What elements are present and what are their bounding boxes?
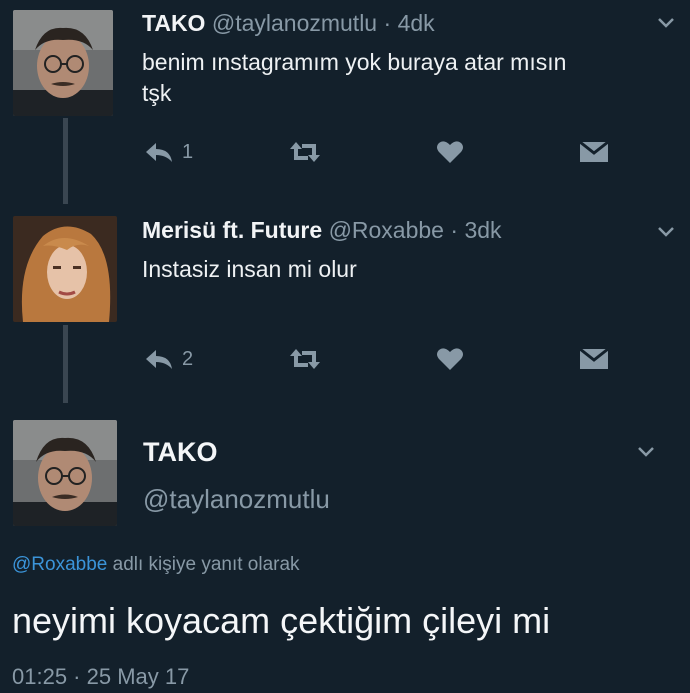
reply-context: @Roxabbe adlı kişiye yanıt olarak bbox=[12, 554, 300, 576]
tweet-text: neyimi koyacam çektiğim çileyi mi bbox=[12, 600, 551, 641]
reply-count: 2 bbox=[182, 347, 194, 370]
reply-context-text: adlı kişiye yanıt olarak bbox=[107, 554, 300, 575]
direct-message-button[interactable] bbox=[578, 347, 610, 371]
reply-arrow-icon bbox=[146, 350, 172, 369]
envelope-icon bbox=[579, 347, 609, 369]
reply-button[interactable]: 1 bbox=[144, 140, 193, 164]
direct-message-button[interactable] bbox=[578, 140, 610, 164]
display-name[interactable]: TAKO bbox=[142, 10, 205, 36]
avatar-photo-man bbox=[13, 420, 117, 526]
heart-icon bbox=[437, 348, 463, 370]
retweet-icon bbox=[290, 142, 320, 162]
avatar-photo-woman bbox=[13, 216, 117, 322]
thread-line-top bbox=[63, 118, 68, 204]
tweet-time[interactable]: 4dk bbox=[398, 10, 435, 36]
thread-line-middle bbox=[63, 325, 68, 403]
avatar[interactable] bbox=[13, 10, 113, 116]
user-handle[interactable]: @Roxabbe bbox=[329, 217, 444, 243]
like-button[interactable] bbox=[436, 140, 464, 164]
reply-arrow-icon bbox=[146, 143, 172, 162]
retweet-icon bbox=[290, 349, 320, 369]
envelope-icon bbox=[579, 140, 609, 162]
tweet-text-line: benim ınstagramım yok buraya atar mısın bbox=[142, 49, 567, 75]
tweet-header: TAKO @taylanozmutlu · 4dk bbox=[142, 10, 435, 37]
tweet-text-line: Instasiz insan mi olur bbox=[142, 256, 357, 282]
chevron-down-icon[interactable] bbox=[636, 445, 656, 459]
reply-button[interactable]: 2 bbox=[144, 347, 193, 371]
display-name[interactable]: TAKO bbox=[143, 437, 218, 468]
tweet-actions: 2 bbox=[142, 347, 622, 377]
mention-link[interactable]: @Roxabbe bbox=[12, 554, 107, 575]
avatar-photo-man bbox=[13, 10, 113, 116]
display-name[interactable]: Merisü ft. Future bbox=[142, 217, 322, 243]
heart-icon bbox=[437, 141, 463, 163]
reply-count: 1 bbox=[182, 140, 194, 163]
avatar[interactable] bbox=[13, 420, 117, 526]
tweet-time[interactable]: 3dk bbox=[464, 217, 501, 243]
retweet-button[interactable] bbox=[288, 140, 322, 164]
chevron-down-icon[interactable] bbox=[656, 225, 676, 239]
tweet-text-line: tşk bbox=[142, 80, 172, 106]
like-button[interactable] bbox=[436, 347, 464, 371]
tweet-text: benim ınstagramım yok buraya atar mısın … bbox=[142, 47, 566, 109]
tweet-timestamp[interactable]: 01:25 · 25 May 17 bbox=[12, 664, 189, 690]
user-handle[interactable]: @taylanozmutlu bbox=[143, 484, 330, 515]
tweet-actions: 1 bbox=[142, 140, 622, 170]
avatar[interactable] bbox=[13, 216, 117, 322]
chevron-down-icon[interactable] bbox=[656, 16, 676, 30]
separator: · bbox=[450, 217, 459, 243]
retweet-button[interactable] bbox=[288, 347, 322, 371]
tweet-text: Instasiz insan mi olur bbox=[142, 254, 357, 285]
user-handle[interactable]: @taylanozmutlu bbox=[212, 10, 377, 36]
separator: · bbox=[383, 10, 392, 36]
tweet-header: Merisü ft. Future @Roxabbe · 3dk bbox=[142, 217, 502, 244]
